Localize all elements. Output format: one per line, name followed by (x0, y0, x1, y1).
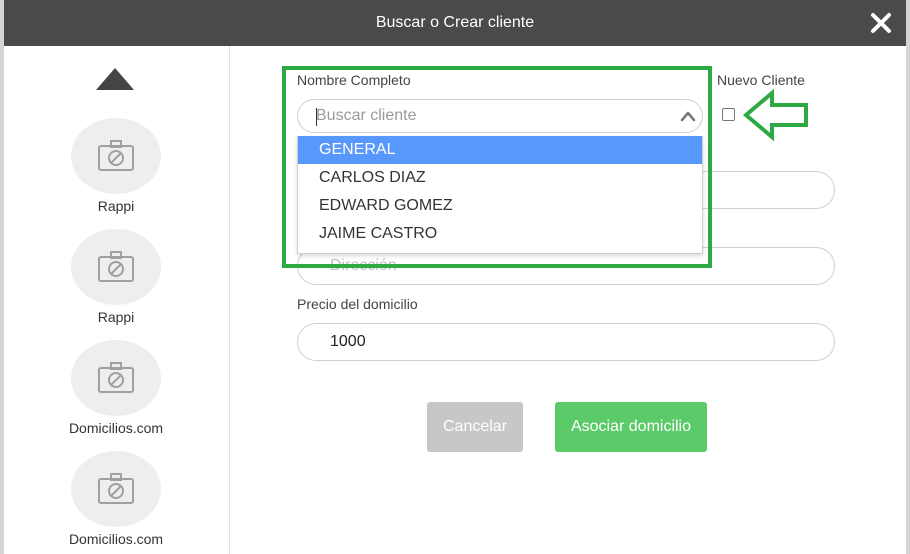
provider-name: Rappi (97, 198, 135, 214)
no-image-camera-icon (71, 340, 161, 416)
direccion-placeholder: Dirección (330, 257, 397, 274)
chevron-up-icon[interactable] (680, 109, 696, 123)
precio-domicilio-input[interactable]: 1000 (297, 323, 835, 361)
nuevo-cliente-checkbox[interactable] (722, 108, 735, 121)
nuevo-cliente-label: Nuevo Cliente (717, 72, 805, 88)
precio-domicilio-value: 1000 (330, 333, 366, 350)
modal-header: Buscar o Crear cliente (4, 0, 906, 46)
client-option[interactable]: EDWARD GOMEZ (298, 192, 702, 220)
client-search-input[interactable] (316, 106, 656, 126)
no-image-camera-icon (71, 451, 161, 527)
client-option[interactable]: CARLOS DIAZ (298, 164, 702, 192)
no-image-camera-icon (71, 118, 161, 194)
left-arrow-icon (742, 89, 808, 141)
search-create-client-modal: Buscar o Crear cliente Rappi Rappi Domic… (4, 0, 906, 554)
nombre-completo-label: Nombre Completo (297, 72, 411, 88)
provider-item[interactable]: Rappi (46, 118, 186, 214)
asociar-domicilio-button[interactable]: Asociar domicilio (555, 402, 707, 452)
modal-title: Buscar o Crear cliente (375, 14, 535, 31)
client-search-select[interactable] (297, 99, 703, 133)
provider-name: Rappi (97, 309, 135, 325)
no-image-camera-icon (71, 229, 161, 305)
cancel-button[interactable]: Cancelar (427, 402, 523, 452)
provider-item[interactable]: Domicilios.com (46, 451, 186, 547)
precio-domicilio-label: Precio del domicilio (297, 296, 418, 312)
client-option[interactable]: GENERAL (298, 136, 702, 164)
provider-item[interactable]: Domicilios.com (46, 340, 186, 436)
close-icon[interactable] (870, 12, 892, 34)
provider-name: Domicilios.com (68, 531, 164, 547)
provider-name: Domicilios.com (68, 420, 164, 436)
provider-item[interactable]: Rappi (46, 229, 186, 325)
client-option[interactable]: JAIME CASTRO (298, 220, 702, 248)
triangle-up-icon[interactable] (96, 68, 134, 90)
client-options-dropdown: GENERAL CARLOS DIAZ EDWARD GOMEZ JAIME C… (297, 136, 703, 254)
provider-sidebar: Rappi Rappi Domicilios.com Domicilios.co… (4, 46, 230, 554)
